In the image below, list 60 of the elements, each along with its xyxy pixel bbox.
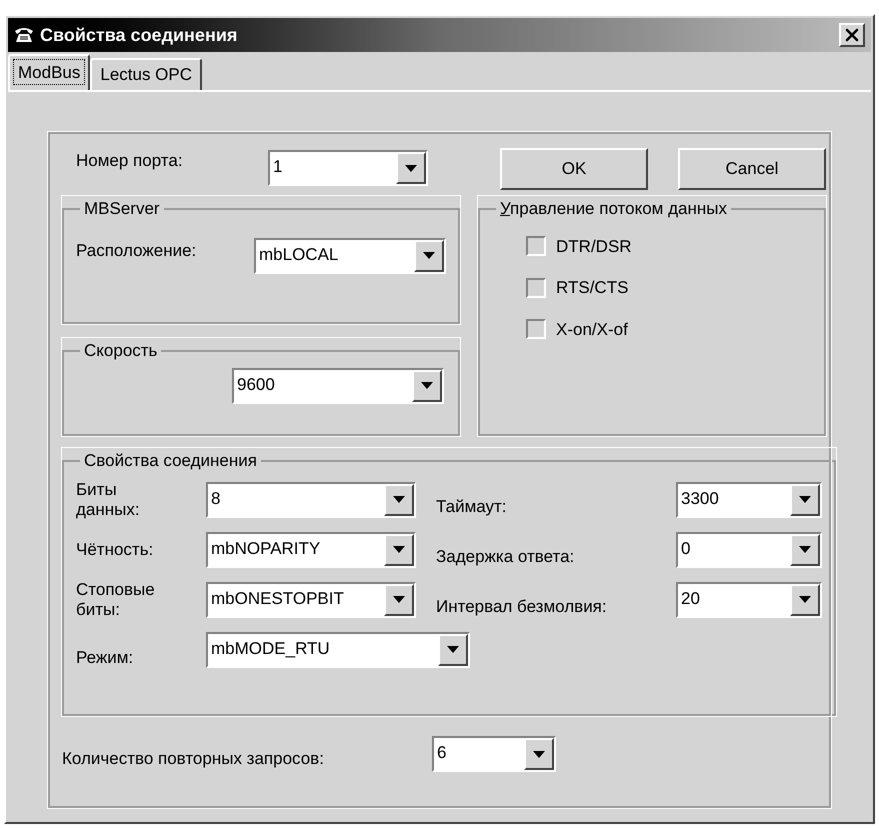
field-label: Биты данных: xyxy=(76,480,141,520)
caret-icon xyxy=(799,496,811,503)
field-label: Задержка ответа: xyxy=(436,546,576,568)
group-title: MBServer xyxy=(83,198,161,220)
dropdown[interactable]: mbMODE_RTU xyxy=(206,632,470,668)
group-title: Скорость xyxy=(83,340,158,362)
dropdown-button[interactable] xyxy=(524,738,554,770)
dropdown-button[interactable] xyxy=(412,370,442,402)
caret-icon xyxy=(799,596,811,603)
dropdown[interactable]: 0 xyxy=(676,532,822,568)
tab[interactable]: ModBus xyxy=(8,54,90,90)
dropdown[interactable]: mbONESTOPBIT xyxy=(206,582,416,618)
caret-icon xyxy=(393,546,405,553)
dropdown-button[interactable] xyxy=(384,534,414,566)
field-label: Чётность: xyxy=(76,540,154,560)
group-title: Свойства соединения xyxy=(83,450,258,472)
dropdown-button[interactable] xyxy=(414,240,444,272)
dropdown[interactable]: 9600 xyxy=(232,368,444,404)
caret-icon xyxy=(421,382,433,389)
caret-icon xyxy=(393,496,405,503)
checkbox[interactable] xyxy=(526,278,546,298)
dropdown-button[interactable] xyxy=(384,484,414,516)
location-label: Расположение: xyxy=(76,240,198,262)
dialog-button[interactable]: Cancel xyxy=(678,148,826,190)
dialog-button[interactable]: OK xyxy=(500,148,648,190)
dropdown[interactable]: mbLOCAL xyxy=(254,238,446,274)
dropdown[interactable]: 1 xyxy=(268,150,428,186)
checkbox-label: X-on/X-of xyxy=(556,318,628,340)
dropdown[interactable]: 20 xyxy=(676,582,822,618)
dropdown-button[interactable] xyxy=(790,484,820,516)
dropdown-button[interactable] xyxy=(384,584,414,616)
dropdown-button[interactable] xyxy=(438,634,468,666)
caret-icon xyxy=(393,596,405,603)
checkbox[interactable] xyxy=(526,319,546,340)
dropdown-button[interactable] xyxy=(790,584,820,616)
checkbox[interactable] xyxy=(526,236,546,256)
dropdown[interactable]: 6 xyxy=(432,736,556,772)
telephone-icon xyxy=(14,26,34,44)
dropdown[interactable]: 3300 xyxy=(676,482,822,518)
dropdown[interactable]: 8 xyxy=(206,482,416,518)
field-label: Интервал безмолвия: xyxy=(436,596,608,618)
field-label: Стоповые биты: xyxy=(76,580,156,620)
port-label: Номер порта: xyxy=(76,150,184,172)
field-label: Режим: xyxy=(76,646,134,669)
caret-icon xyxy=(423,252,435,259)
checkbox-label: RTS/CTS xyxy=(556,277,628,299)
group-title: Управление потоком данных xyxy=(499,198,728,220)
window-title: Свойства соединения xyxy=(40,24,238,47)
caret-icon xyxy=(447,646,459,653)
caret-icon xyxy=(799,546,811,553)
close-button[interactable] xyxy=(839,23,865,47)
dropdown-button[interactable] xyxy=(790,534,820,566)
tab[interactable]: Lectus OPC xyxy=(90,58,202,90)
caret-icon xyxy=(533,750,545,758)
dropdown[interactable]: mbNOPARITY xyxy=(206,532,416,568)
dropdown-button[interactable] xyxy=(396,152,426,184)
retries-label: Количество повторных запросов: xyxy=(62,748,325,770)
checkbox-label: DTR/DSR xyxy=(556,236,632,258)
field-label: Таймаут: xyxy=(436,496,508,518)
caret-icon xyxy=(405,164,417,172)
